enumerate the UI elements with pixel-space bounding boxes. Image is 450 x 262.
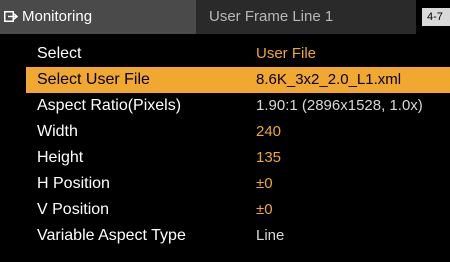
menu-item-label: H Position [37,175,110,192]
menu-item-value: 135 [256,149,282,166]
menu-item-label: Variable Aspect Type [37,227,186,244]
menu-item-label: Select User File [37,71,150,88]
menu-item-h-position[interactable]: H Position ±0 [26,171,450,197]
menu-item-value: ±0 [256,175,273,192]
menu-item-height[interactable]: Height 135 [26,145,450,171]
menu-item-label: Height [37,149,84,166]
menu-item-value: ±0 [256,201,273,218]
menu-header: Monitoring User Frame Line 1 4-7 [0,0,450,34]
menu-item-select-user-file[interactable]: Select User File 8.6K_3x2_2.0_L1.xml [26,67,450,93]
page-title: User Frame Line 1 [196,0,416,34]
menu-item-aspect-ratio[interactable]: Aspect Ratio(Pixels) 1.90:1 (2896x1528, … [26,93,450,119]
menu-item-label: Width [37,123,78,140]
menu-item-select[interactable]: Select User File [26,41,450,67]
menu-item-value: 1.90:1 (2896x1528, 1.0x) [256,97,423,114]
menu-item-label: Aspect Ratio(Pixels) [37,97,182,114]
menu-item-width[interactable]: Width 240 [26,119,450,145]
tab-monitoring-label: Monitoring [22,8,93,25]
menu-item-label: V Position [37,201,110,218]
menu-item-value: Line [256,227,285,244]
page-indicator: 4-7 [422,8,450,26]
settings-menu: Select User File Select User File 8.6K_3… [26,41,450,249]
menu-item-v-position[interactable]: V Position ±0 [26,197,450,223]
camera-menu-screen: Monitoring User Frame Line 1 4-7 Select … [0,0,450,262]
tab-monitoring[interactable]: Monitoring [0,0,196,34]
menu-item-label: Select [37,45,82,62]
menu-item-value: 8.6K_3x2_2.0_L1.xml [256,71,402,88]
menu-exit-icon [4,1,19,22]
menu-item-value: User File [256,45,317,62]
menu-item-variable-aspect-type[interactable]: Variable Aspect Type Line [26,223,450,249]
menu-item-value: 240 [256,123,282,140]
